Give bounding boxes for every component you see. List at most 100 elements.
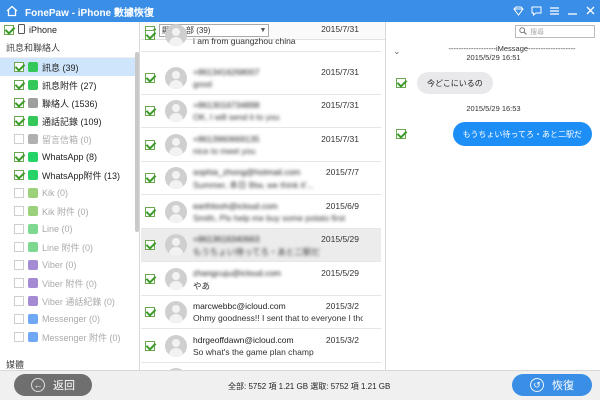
avatar-icon <box>165 167 187 189</box>
avatar-icon <box>165 66 187 89</box>
category-checkbox[interactable] <box>14 260 24 270</box>
message-date: 2015/7/31 <box>321 133 359 144</box>
list-item[interactable]: hdrgeoffdawn@icloud.com 2015/3/2 So what's… <box>141 330 381 363</box>
contact-name: +8613616340663 <box>193 234 260 244</box>
list-item-texts: +8613960669135 2015/7/31 nice to meet you <box>193 130 363 160</box>
sidebar-item-8[interactable]: Kik 附件 (0) <box>0 202 139 220</box>
sidebar-item-5[interactable]: WhatsApp (8) <box>0 148 139 166</box>
message-snippet: i am from guangzhou china <box>193 36 296 46</box>
minimize-icon[interactable] <box>567 6 578 17</box>
category-checkbox[interactable] <box>14 224 24 234</box>
message-snippet: nice to meet you <box>193 145 256 156</box>
message-checkbox[interactable] <box>145 240 155 250</box>
device-checkbox[interactable] <box>4 25 14 35</box>
message-snippet: good <box>193 78 212 89</box>
category-checkbox[interactable] <box>14 314 24 324</box>
sidebar-item-12[interactable]: Viber 附件 (0) <box>0 274 139 292</box>
menu-icon[interactable] <box>549 6 560 17</box>
category-checkbox[interactable] <box>14 134 24 144</box>
list-item-texts: +8613416268007 2015/7/31 good <box>193 63 363 93</box>
message-checkbox[interactable] <box>145 139 155 150</box>
message-checkbox[interactable] <box>396 78 406 88</box>
recover-button[interactable]: ↺ 恢復 <box>512 374 592 396</box>
message-list-panel: 顯示全部 (39) ▼ 2015/7/31i am from guangzhou… <box>141 22 386 370</box>
sidebar-item-14[interactable]: Messenger (0) <box>0 310 139 328</box>
sidebar-scrollbar[interactable] <box>135 52 139 232</box>
back-button[interactable]: ← 返回 <box>14 374 92 396</box>
category-checkbox[interactable] <box>14 80 24 90</box>
messenger-icon <box>28 332 38 342</box>
message-checkbox[interactable] <box>145 273 155 284</box>
search-input[interactable]: 搜尋 <box>515 25 595 38</box>
category-checkbox[interactable] <box>14 188 24 198</box>
list-item[interactable]: marcwebbc@icloud.com 2015/3/2 Ohmy goodnes… <box>141 296 381 329</box>
sidebar-item-1[interactable]: 訊息附件 (27) <box>0 76 139 94</box>
avatar-icon <box>165 200 187 223</box>
category-checkbox[interactable] <box>14 116 24 126</box>
category-checkbox[interactable] <box>14 332 24 342</box>
messenger-icon <box>28 314 38 324</box>
list-item[interactable]: +8613616340663 2015/5/29 もうちょい待ってろ・あと二駅だ <box>141 229 381 262</box>
message-checkbox[interactable] <box>145 307 155 317</box>
contact-name: zhangcuju@icloud.com <box>193 267 282 278</box>
close-icon[interactable] <box>585 6 596 17</box>
category-checkbox[interactable] <box>14 98 24 108</box>
sidebar-item-6[interactable]: WhatsApp附件 (13) <box>0 166 139 184</box>
list-item[interactable]: +8613016734898 2015/7/31 OK, I will send i… <box>141 95 381 128</box>
contact-name: hdrgeoffdawn@icloud.com <box>193 334 294 345</box>
message-snippet: Summer, 本日 Btw, we think it'... <box>193 180 314 190</box>
sidebar-item-13[interactable]: Viber 通話紀錄 (0) <box>0 292 139 310</box>
voicemail-icon <box>28 134 38 144</box>
list-item-texts: hdrgeoffdawn@icloud.com 2015/3/2 So what's… <box>193 331 363 361</box>
selection-stats: 全部: 5752 項 1.21 GB 選取: 5752 項 1.21 GB <box>228 382 391 391</box>
message-checkbox[interactable] <box>145 72 155 83</box>
list-item[interactable]: 2015/7/31 i am from guangzhou china <box>141 22 381 52</box>
list-item[interactable]: zhangcuju@icloud.com 2015/5/29 やあ <box>141 263 381 296</box>
list-item-texts: marcwebbc@icloud.com 2015/3/2 Ohmy goodnes… <box>193 297 363 327</box>
list-item-texts: 2015/7/31 i am from guangzhou china <box>193 22 363 50</box>
category-checkbox[interactable] <box>14 206 24 216</box>
sidebar-item-3[interactable]: 通話記錄 (109) <box>0 112 139 130</box>
sidebar-item-7[interactable]: Kik (0) <box>0 184 139 202</box>
sidebar-item-15[interactable]: Messenger 附件 (0) <box>0 328 139 346</box>
sidebar-item-11[interactable]: Viber (0) <box>0 256 139 274</box>
sidebar-item-label: 訊息 (39) <box>42 62 79 73</box>
diamond-icon[interactable] <box>513 6 524 17</box>
list-item[interactable]: earthlooh@icloud.com 2015/6/9 Smith, Pls h… <box>141 196 381 229</box>
sidebar-item-9[interactable]: Line (0) <box>0 220 139 238</box>
viber-icon <box>28 296 38 306</box>
list-item[interactable]: +8613416268007 2015/7/31 good <box>141 62 381 95</box>
message-date: 2015/7/31 <box>321 24 359 34</box>
conversation-panel: 搜尋 ⌄ -------------------iMessage--------… <box>387 22 600 370</box>
chat-icon[interactable] <box>531 6 542 17</box>
message-checkbox[interactable] <box>145 173 155 183</box>
category-checkbox[interactable] <box>14 296 24 306</box>
sidebar-item-4[interactable]: 留言信箱 (0) <box>0 130 139 148</box>
home-icon[interactable] <box>5 4 19 18</box>
list-item[interactable]: sophia_zhong@hotmail.com 2015/7/7 Summer, … <box>141 162 381 195</box>
category-checkbox[interactable] <box>14 152 24 162</box>
category-checkbox[interactable] <box>14 278 24 288</box>
contacts-icon <box>28 98 38 108</box>
message-snippet: やあ <box>193 280 211 291</box>
whatsapp-icon <box>28 170 38 180</box>
message-checkbox[interactable] <box>145 206 155 217</box>
list-item[interactable]: Fish2014/12/10Can you see a photo? <box>141 363 381 370</box>
category-checkbox[interactable] <box>14 242 24 252</box>
sidebar-item-label: WhatsApp附件 (13) <box>42 170 121 181</box>
message-checkbox[interactable] <box>145 340 155 351</box>
message-checkbox[interactable] <box>396 129 406 139</box>
message-icon <box>28 62 38 72</box>
sidebar-item-0[interactable]: 訊息 (39) <box>0 58 139 76</box>
category-checkbox[interactable] <box>14 170 24 180</box>
device-row[interactable]: iPhone <box>0 22 139 38</box>
sidebar-item-10[interactable]: Line 附件 (0) <box>0 238 139 256</box>
message-checkbox[interactable] <box>145 30 155 40</box>
sidebar-item-2[interactable]: 聯絡人 (1536) <box>0 94 139 112</box>
message-checkbox[interactable] <box>145 106 155 116</box>
avatar-icon <box>165 133 187 156</box>
avatar-icon <box>165 100 187 122</box>
message-snippet: もうちょい待ってろ・あと二駅だ <box>193 247 320 257</box>
category-checkbox[interactable] <box>14 62 24 72</box>
list-item[interactable]: +8613960669135 2015/7/31 nice to meet you <box>141 129 381 162</box>
